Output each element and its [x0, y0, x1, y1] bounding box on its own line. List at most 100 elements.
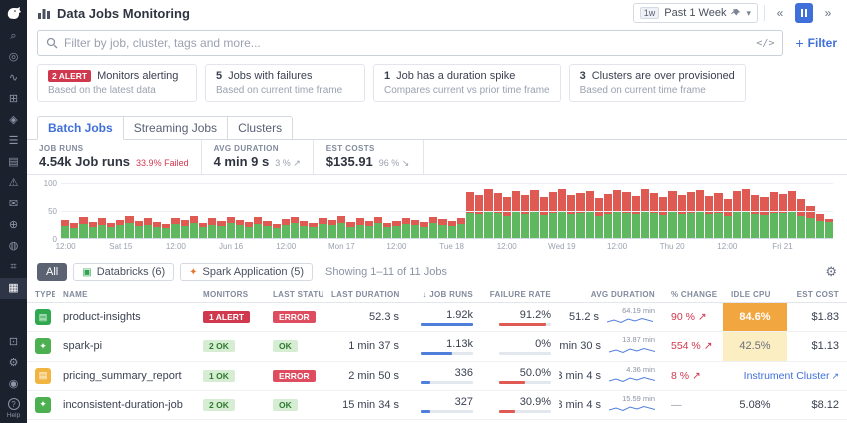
column-header-last-status[interactable]: LAST STATUS [265, 287, 323, 303]
integrations-icon: ⊕ [9, 220, 18, 231]
polyline [609, 377, 655, 381]
column-header-type[interactable]: TYPE [27, 287, 55, 303]
card-title: Clusters are over provisioned [592, 70, 735, 82]
tab-clusters[interactable]: Clusters [227, 116, 293, 140]
chart-bar [374, 217, 382, 238]
search-input[interactable] [64, 36, 750, 50]
sidebar-item-settings[interactable]: ⚙ [0, 353, 27, 374]
cell-last-status: ERROR [265, 420, 323, 423]
account-icon: ◉ [9, 379, 19, 390]
success-segment [586, 212, 594, 238]
column-header-job-runs[interactable]: ↓ JOB RUNS [407, 287, 481, 303]
failure-rate-value: 50.0% [489, 367, 551, 379]
sidebar-item-integrations[interactable]: ⊕ [0, 215, 27, 236]
chart-plot[interactable] [61, 183, 833, 239]
job-name-link[interactable]: spark-pi [63, 340, 102, 352]
batch-jobs-panel: JOB RUNS4.54k Job runs33.9% FailedAVG DU… [27, 139, 847, 423]
monitors-badge[interactable]: 1 ALERT [203, 311, 250, 323]
avg-duration-value: 8 min 4 s [559, 399, 601, 411]
column-header-idle-cpu[interactable]: IDLE CPU [723, 287, 787, 303]
monitors-badge[interactable]: 2 OK [203, 340, 235, 352]
chart-bar [788, 191, 796, 238]
sidebar-item-watchdog[interactable]: ◎ [0, 47, 27, 68]
column-header-avg-duration[interactable]: AVG DURATION [559, 287, 663, 303]
sidebar: ⌕◎∿⊞◈☰▤⚠✉ ⊕ ◍⌗▦ ⊡⚙ ◉ ? Help [0, 0, 27, 423]
job-name-link[interactable]: product-insights [63, 311, 141, 323]
sidebar-nav: ⌕◎∿⊞◈☰▤⚠✉ ⊕ ◍⌗▦ [0, 26, 27, 299]
card-subtitle: Based on current time frame [216, 85, 354, 96]
monitors-badge[interactable]: 2 OK [203, 399, 235, 411]
column-header-monitors[interactable]: MONITORS [195, 287, 265, 303]
sidebar-item-data-jobs[interactable]: ▦ [0, 278, 27, 299]
job-runs-chart[interactable]: 12:00Sat 1512:00Jun 1612:00Mon 1712:00Tu… [31, 179, 837, 257]
sidebar-item-security[interactable]: ◍ [0, 236, 27, 257]
pct-change-value: 554 % ↗ [671, 340, 713, 352]
job-name-link[interactable]: inconsistent-duration-job [63, 399, 183, 411]
pct-change-value: 8 % ↗ [671, 370, 701, 382]
failed-segment [549, 192, 557, 213]
success-segment [199, 227, 207, 238]
pct-change-value: — [671, 399, 682, 411]
card-count: 3 [580, 70, 586, 82]
chart-bar [411, 220, 419, 238]
pin-icon[interactable] [731, 8, 741, 18]
table-settings-gear-icon[interactable]: ⚙ [825, 264, 837, 280]
chevron-down-icon[interactable]: ▾ [746, 8, 751, 19]
pause-button[interactable] [795, 3, 813, 23]
job-name-link[interactable]: pricing_summary_report [63, 370, 182, 382]
code-toggle[interactable]: </> [756, 38, 774, 49]
sidebar-item-events[interactable]: ✉ [0, 194, 27, 215]
job-runs-value: 336 [415, 367, 473, 379]
sidebar-item-ci-cd[interactable]: ⌗ [0, 257, 27, 278]
column-header-name[interactable]: NAME [55, 287, 195, 303]
filter-pill-databricks-6[interactable]: ▣Databricks (6) [73, 263, 174, 281]
tab-streaming-jobs[interactable]: Streaming Jobs [123, 116, 228, 140]
x-tick-wed-19: Wed 19 [548, 242, 575, 251]
path [731, 9, 740, 16]
summary-card-clusters-are-over-provisioned[interactable]: 3Clusters are over provisionedBased on c… [569, 64, 746, 102]
summary-card-jobs-with-failures[interactable]: 5Jobs with failuresBased on current time… [205, 64, 365, 102]
sidebar-item-infrastructure[interactable]: ◈ [0, 110, 27, 131]
filter-pill-spark-application-5[interactable]: ✦Spark Application (5) [180, 263, 313, 281]
gridline-50 [61, 211, 833, 212]
rect [38, 13, 41, 19]
chart-bar [668, 191, 676, 238]
failed-segment [503, 197, 511, 215]
datadog-logo-icon[interactable] [0, 0, 27, 26]
summary-card-job-has-a-duration-spike[interactable]: 1Job has a duration spikeCompares curren… [373, 64, 561, 102]
chart-bar [705, 196, 713, 238]
column-header-est-cost[interactable]: EST COST [787, 287, 847, 303]
column-header-last-duration[interactable]: LAST DURATION [323, 287, 407, 303]
cell-avg-duration: 41.6 s1.38 min [559, 420, 663, 423]
chart-bar [724, 199, 732, 238]
success-segment [402, 224, 410, 238]
card-subtitle: Based on the latest data [48, 85, 186, 96]
success-segment [632, 214, 640, 238]
sidebar-item-logs[interactable]: ▤ [0, 152, 27, 173]
sidebar-item-apm[interactable]: ☰ [0, 131, 27, 152]
filter-pill-all[interactable]: All [37, 263, 67, 281]
help-button[interactable]: ? Help [7, 395, 20, 423]
skip-forward-button[interactable]: » [819, 3, 837, 23]
chart-bar [613, 190, 621, 238]
sidebar-item-dashboards[interactable]: ⊞ [0, 89, 27, 110]
chart-bar [365, 221, 373, 238]
monitors-badge[interactable]: 1 OK [203, 370, 235, 382]
sidebar-item-account[interactable]: ◉ [0, 374, 27, 395]
time-range-picker[interactable]: 1w Past 1 Week ▾ [633, 3, 758, 23]
add-filter-button[interactable]: + Filter [795, 35, 837, 51]
sidebar-item-search[interactable]: ⌕ [0, 26, 27, 47]
column-header-change[interactable]: % CHANGE [663, 287, 723, 303]
sidebar-item-organization[interactable]: ⊡ [0, 332, 27, 353]
cell-failure-rate: 30.9% [481, 390, 559, 419]
failed-segment [466, 192, 474, 213]
success-segment [604, 214, 612, 238]
skip-back-button[interactable]: « [771, 3, 789, 23]
sidebar-item-monitors[interactable]: ⚠ [0, 173, 27, 194]
column-header-failure-rate[interactable]: FAILURE RATE [481, 287, 559, 303]
instrument-cluster-link[interactable]: Instrument Cluster↗ [744, 370, 839, 382]
summary-card-monitors-alerting[interactable]: 2 ALERTMonitors alertingBased on the lat… [37, 64, 197, 102]
search-input-wrapper[interactable]: </> [37, 30, 783, 56]
tab-batch-jobs[interactable]: Batch Jobs [37, 116, 124, 140]
sidebar-item-metrics[interactable]: ∿ [0, 68, 27, 89]
